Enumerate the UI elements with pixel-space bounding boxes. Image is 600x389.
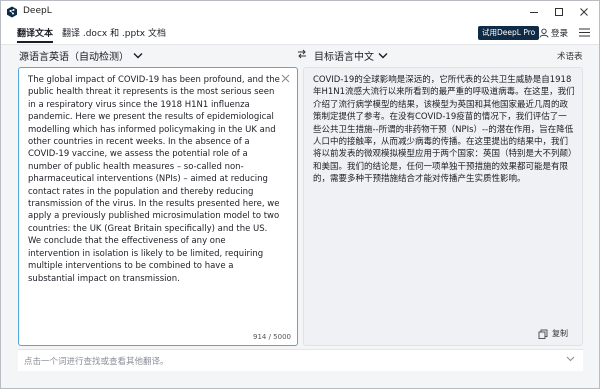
- source-language-selector[interactable]: 源语言英语（自动检测）: [19, 45, 143, 65]
- minimize-button[interactable]: [523, 3, 545, 21]
- translation-output[interactable]: COVID-19的全球影响是深远的，它所代表的公共卫生威胁是自1918年H1N1…: [313, 74, 575, 186]
- target-text-panel: COVID-19的全球影响是深远的，它所代表的公共卫生威胁是自1918年H1N1…: [303, 67, 583, 346]
- clear-icon[interactable]: [281, 74, 290, 83]
- maximize-button[interactable]: [548, 3, 570, 21]
- title-bar: DeepL: [1, 1, 599, 23]
- chevron-down-icon: [378, 52, 388, 58]
- tab-translate-text[interactable]: 翻译文本: [17, 26, 54, 43]
- login-label: 登录: [551, 29, 569, 39]
- window-title: DeepL: [23, 6, 52, 16]
- source-language-label: 源语言英语（自动检测）: [19, 51, 129, 63]
- user-icon: [539, 28, 549, 38]
- minimize-icon: [530, 12, 538, 13]
- close-button[interactable]: [573, 3, 595, 21]
- copy-button[interactable]: 复制: [538, 328, 568, 339]
- dictionary-hint: 点击一个词进行查找或查看其他翻译。: [24, 357, 169, 367]
- source-text-panel[interactable]: The global impact of COVID-19 has been p…: [18, 67, 298, 346]
- chevron-down-icon: [133, 52, 143, 58]
- menu-icon[interactable]: [579, 28, 590, 37]
- copy-label: 复制: [552, 329, 568, 338]
- deepl-logo-icon: [7, 6, 17, 18]
- glossary-button[interactable]: 术语表: [557, 50, 583, 62]
- swap-icon[interactable]: [297, 49, 307, 59]
- dictionary-hint-bar[interactable]: 点击一个词进行查找或查看其他翻译。: [18, 349, 583, 371]
- copy-icon: [538, 329, 548, 339]
- chevron-down-icon[interactable]: [566, 356, 575, 362]
- target-language-label: 目标语言中文: [314, 51, 374, 63]
- source-textarea[interactable]: The global impact of COVID-19 has been p…: [28, 74, 280, 285]
- character-counter: 914 / 5000: [253, 333, 291, 341]
- toolbar: 翻译文本 翻译 .docx 和 .pptx 文档 试用DeepL Pro 登录: [1, 23, 599, 45]
- app-window: DeepL 翻译文本 翻译 .docx 和 .pptx 文档 试用DeepL P…: [0, 0, 600, 389]
- tab-translate-documents[interactable]: 翻译 .docx 和 .pptx 文档: [62, 26, 166, 39]
- target-language-selector[interactable]: 目标语言中文: [314, 45, 388, 65]
- login-button[interactable]: 登录: [539, 27, 568, 39]
- try-pro-button[interactable]: 试用DeepL Pro: [478, 26, 540, 40]
- maximize-icon: [555, 8, 563, 16]
- close-icon: [580, 8, 588, 16]
